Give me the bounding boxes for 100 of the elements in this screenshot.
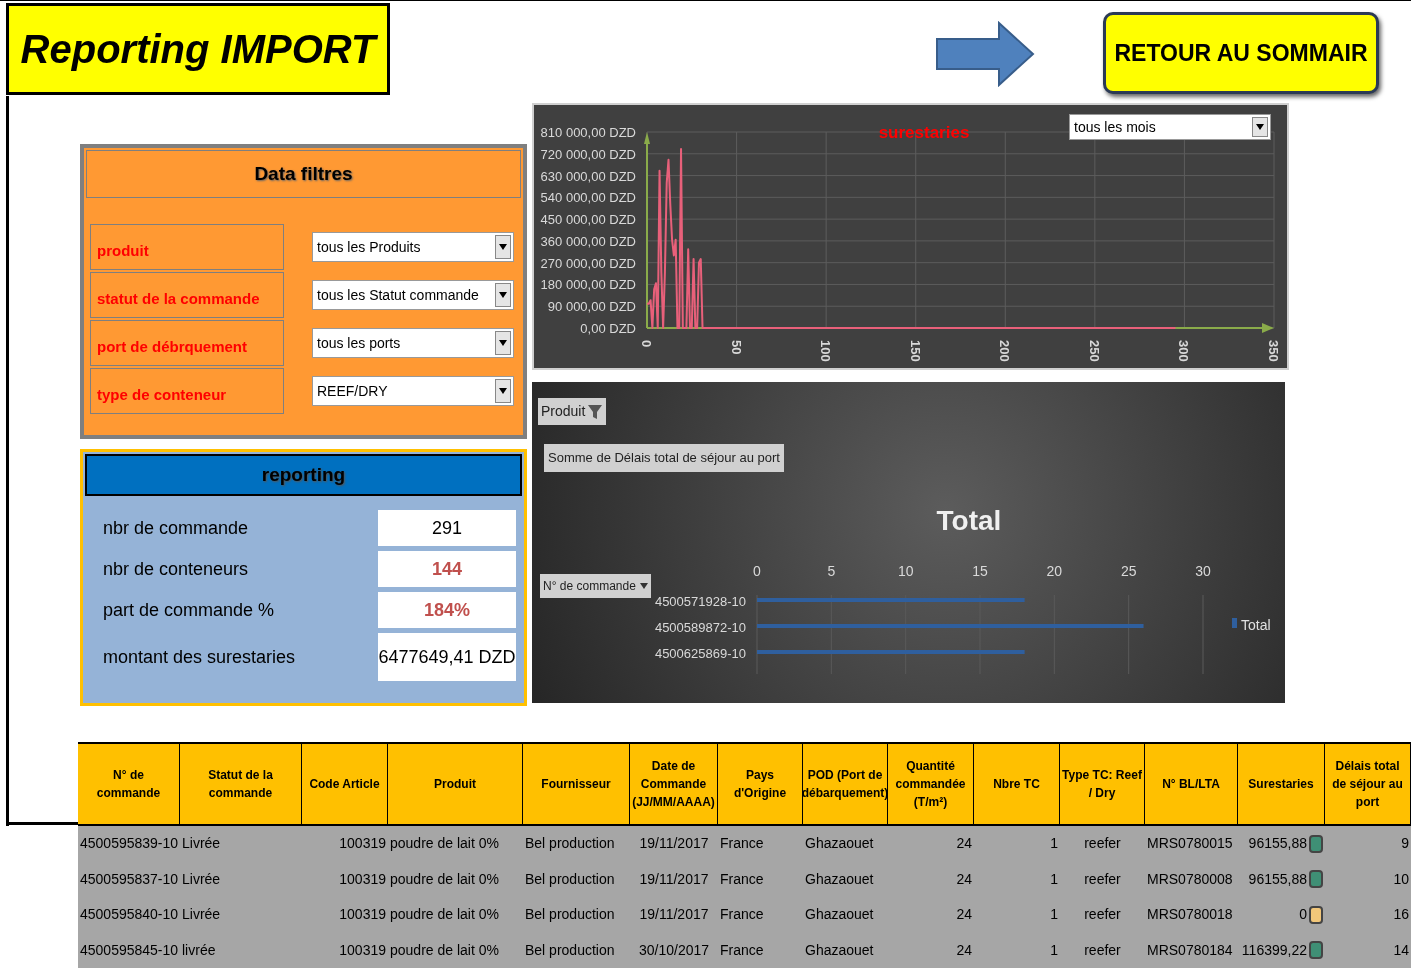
table-cell-text: reefer xyxy=(1084,905,1121,925)
y-tick-label: 360 000,00 DZD xyxy=(540,233,636,249)
table-cell-text: Ghazaouet xyxy=(805,940,874,960)
month-dropdown[interactable]: tous les mois xyxy=(1069,114,1271,140)
y-tick-label: 540 000,00 DZD xyxy=(540,190,636,206)
table-cell-text: reefer xyxy=(1084,940,1121,960)
table-cell-text: 96155,88 xyxy=(1248,834,1307,854)
table-cell-text: livrée xyxy=(182,940,216,960)
table-cell-text: 10 xyxy=(1393,869,1409,889)
table-cell-text: reefer xyxy=(1084,834,1121,854)
table-cell-text: 1 xyxy=(1050,905,1058,925)
x-tick-label: 100 xyxy=(818,340,834,362)
table-cell-text: 100319 xyxy=(339,905,386,925)
y-tick-label: 0,00 DZD xyxy=(580,321,636,336)
table-cell-text: 4500595845-10 xyxy=(80,940,179,960)
table-cell-text: MRS0780015 xyxy=(1147,834,1233,854)
table-cell-text: poudre de lait 0% xyxy=(390,834,499,854)
legend-key-icon xyxy=(1232,618,1237,628)
metric-value: 291 xyxy=(378,510,516,546)
table-cell-text: 1 xyxy=(1050,834,1058,854)
x-tick-label: 350 xyxy=(1266,340,1281,362)
filter-icon xyxy=(587,403,604,420)
filter-label: produit xyxy=(90,224,284,270)
table-cell-text: reefer xyxy=(1084,869,1121,889)
table-cell-text: 9 xyxy=(1401,834,1409,854)
table-cell-text: MRS0780184 xyxy=(1147,940,1233,960)
panel-header: reporting xyxy=(85,454,522,496)
metric-value: 144 xyxy=(378,551,516,587)
table-cell-text: Ghazaouet xyxy=(805,869,874,889)
filter-label: type de conteneur xyxy=(90,368,284,414)
value-field-button[interactable]: Somme de Délais total de séjour au port xyxy=(544,444,784,472)
metric-value: 184% xyxy=(378,592,516,628)
table-cell-text: poudre de lait 0% xyxy=(390,869,499,889)
filter-label: statut de la commande xyxy=(90,272,284,318)
dropdown-arrow-icon xyxy=(639,583,648,589)
filter-dropdown[interactable]: tous les Statut commande xyxy=(312,280,514,310)
y-tick-label: 90 000,00 DZD xyxy=(547,299,636,315)
x-tick-label: 15 xyxy=(972,563,988,579)
arrow-icon xyxy=(935,21,1035,87)
table-cell-text: Livrée xyxy=(182,905,221,925)
table-cell-text: 1 xyxy=(1050,940,1058,960)
table-cell-text: Ghazaouet xyxy=(805,905,874,925)
x-tick-label: 30 xyxy=(1195,563,1211,579)
table-cell-text: Bel production xyxy=(525,940,615,960)
table-cell-text: 4500595840-10 xyxy=(80,905,179,925)
table-cell-text: France xyxy=(720,940,764,960)
category-label: 4500625869-10 xyxy=(654,646,746,661)
page-title: Reporting IMPORT xyxy=(6,3,390,95)
filter-dropdown[interactable]: tous les ports xyxy=(312,328,514,358)
table-cell-text: 24 xyxy=(956,940,972,960)
x-tick-label: 0 xyxy=(639,340,654,348)
x-tick-label: 5 xyxy=(827,563,836,579)
chart-title: surestaries xyxy=(878,123,970,142)
return-button[interactable]: RETOUR AU SOMMAIR xyxy=(1103,12,1379,94)
x-tick-label: 150 xyxy=(907,340,923,362)
category-label: 4500571928-10 xyxy=(654,594,746,609)
x-tick-label: 25 xyxy=(1120,563,1137,579)
table-cell-text: 19/11/2017 xyxy=(639,905,709,925)
table-cell-text: France xyxy=(720,869,764,889)
table-cell-text: 24 xyxy=(956,905,972,925)
table-cell-text: Livrée xyxy=(182,834,221,854)
y-tick-label: 810 000,00 DZD xyxy=(540,125,636,140)
table-cell-text: MRS0780008 xyxy=(1147,869,1233,889)
table-cell-text: 116399,22 xyxy=(1241,940,1307,960)
table-cell-text: Bel production xyxy=(525,834,615,854)
x-tick-label: 300 xyxy=(1176,340,1192,362)
metric-label: part de commande % xyxy=(103,598,275,622)
table-cell-text: Livrée xyxy=(182,869,221,889)
table-cell-text: 14 xyxy=(1393,940,1409,960)
table-cell-text: 100319 xyxy=(339,869,386,889)
table-cell-text: 30/10/2017 xyxy=(638,940,710,960)
table-cell-text: 24 xyxy=(956,834,972,854)
filter-dropdown[interactable]: REEF/DRY xyxy=(312,376,514,406)
y-tick-label: 720 000,00 DZD xyxy=(540,146,636,162)
report-filter-button[interactable]: Produit xyxy=(538,398,607,425)
metric-label: nbr de conteneurs xyxy=(103,557,249,581)
legend-label: Total xyxy=(1241,617,1271,633)
table-cell-text: 1 xyxy=(1050,869,1058,889)
x-tick-label: 50 xyxy=(728,340,744,355)
metric-label: montant des surestaries xyxy=(103,645,296,669)
panel-header: Data filtres xyxy=(86,150,521,198)
table-cell-text: MRS0780018 xyxy=(1147,905,1233,925)
y-tick-label: 450 000,00 DZD xyxy=(540,212,636,228)
category-label: 4500589872-10 xyxy=(654,620,746,635)
table-cell-text: 100319 xyxy=(339,834,386,854)
table-cell-text: 24 xyxy=(956,869,972,889)
y-tick-label: 180 000,00 DZD xyxy=(540,277,636,293)
x-tick-label: 250 xyxy=(1086,340,1102,362)
y-tick-label: 270 000,00 DZD xyxy=(540,255,636,271)
y-tick-label: 630 000,00 DZD xyxy=(540,168,636,184)
chart-title: Total xyxy=(936,505,1002,536)
table-cell-text: 19/11/2017 xyxy=(639,834,709,854)
table-cell-text: 96155,88 xyxy=(1248,869,1307,889)
table-cell-text: poudre de lait 0% xyxy=(390,940,499,960)
filter-dropdown[interactable]: tous les Produits xyxy=(312,232,514,262)
axis-field-button[interactable]: N° de commande xyxy=(540,574,651,598)
table-cell-text: France xyxy=(720,834,764,854)
table-cell-text: 4500595839-10 xyxy=(80,834,179,854)
table-cell-text: 0 xyxy=(1299,905,1307,925)
table-cell-text: 4500595837-10 xyxy=(80,869,179,889)
